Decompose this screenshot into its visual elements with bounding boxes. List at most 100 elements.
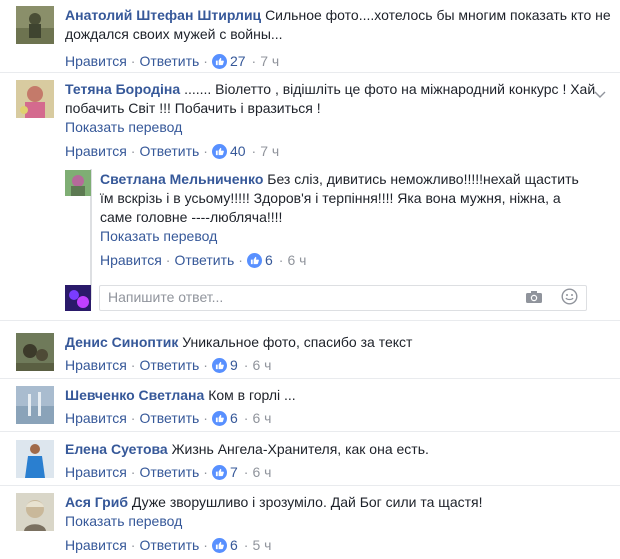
reply-button[interactable]: Ответить xyxy=(139,52,199,71)
comment: Елена Суетова Жизнь Ангела-Хранителя, ка… xyxy=(16,440,616,485)
separator: · xyxy=(130,143,136,159)
divider xyxy=(0,378,620,379)
like-count[interactable]: 9 xyxy=(230,356,238,375)
avatar[interactable] xyxy=(16,440,54,478)
comment-author[interactable]: Шевченко Светлана xyxy=(65,387,204,403)
reply-comment: Светлана Мельниченко Без сліз, дивитись … xyxy=(65,170,585,270)
separator: · xyxy=(130,464,136,480)
separator: · xyxy=(203,357,208,373)
separator: · xyxy=(130,357,136,373)
comment-author[interactable]: Анатолий Штефан Штирлиц xyxy=(65,7,261,23)
separator: · xyxy=(203,537,208,553)
like-button[interactable]: Нравится xyxy=(65,52,127,71)
reply-box[interactable] xyxy=(99,285,587,311)
thumbs-up-icon xyxy=(211,411,227,426)
thumbs-up-icon xyxy=(211,465,227,480)
separator: · xyxy=(243,537,249,553)
divider xyxy=(0,72,620,73)
separator: · xyxy=(130,537,136,553)
separator: · xyxy=(203,53,208,69)
comment-text: Дуже зворушливо і зрозуміло. Дай Бог сил… xyxy=(131,494,483,510)
separator: · xyxy=(278,252,284,268)
avatar[interactable] xyxy=(16,80,54,118)
comment-author[interactable]: Тетяна Бородіна xyxy=(65,81,180,97)
like-button[interactable]: Нравится xyxy=(65,536,127,555)
like-count[interactable]: 6 xyxy=(265,251,273,270)
comment-author[interactable]: Денис Синоптик xyxy=(65,334,178,350)
separator: · xyxy=(243,410,249,426)
thumbs-up-icon xyxy=(211,54,227,69)
divider xyxy=(0,320,620,321)
camera-icon[interactable] xyxy=(525,290,543,304)
show-translation-link[interactable]: Показать перевод xyxy=(65,512,182,531)
comment-actions: Нравится · Ответить · 7 · 6 ч xyxy=(65,463,616,482)
like-button[interactable]: Нравится xyxy=(65,356,127,375)
like-count[interactable]: 6 xyxy=(230,409,238,428)
comment-actions: Нравится · Ответить · 9 · 6 ч xyxy=(65,356,616,375)
like-count[interactable]: 40 xyxy=(230,142,246,161)
separator: · xyxy=(130,410,136,426)
emoji-icon[interactable] xyxy=(561,288,578,305)
show-translation-link[interactable]: Показать перевод xyxy=(65,118,182,137)
comment-text: Жизнь Ангела-Хранителя, как она есть. xyxy=(171,441,429,457)
like-button[interactable]: Нравится xyxy=(65,142,127,161)
thumbs-up-icon xyxy=(211,358,227,373)
reply-button[interactable]: Ответить xyxy=(139,142,199,161)
separator: · xyxy=(203,464,208,480)
reply-button[interactable]: Ответить xyxy=(139,356,199,375)
show-translation-link[interactable]: Показать перевод xyxy=(100,227,217,246)
separator: · xyxy=(238,252,243,268)
comment-author[interactable]: Ася Гриб xyxy=(65,494,128,510)
timestamp[interactable]: 6 ч xyxy=(252,409,271,428)
avatar xyxy=(65,285,91,311)
comment-text: Уникальное фото, спасибо за текст xyxy=(182,334,413,350)
separator: · xyxy=(165,252,171,268)
timestamp[interactable]: 6 ч xyxy=(252,463,271,482)
comment-actions: Нравится · Ответить · 40 · 7 ч xyxy=(65,142,616,161)
separator: · xyxy=(251,143,257,159)
comment-text: Ком в горлі ... xyxy=(208,387,296,403)
divider xyxy=(0,485,620,486)
separator: · xyxy=(243,357,249,373)
comment-actions: Нравится · Ответить · 6 · 6 ч xyxy=(100,251,585,270)
thumbs-up-icon xyxy=(246,253,262,268)
like-button[interactable]: Нравится xyxy=(100,251,162,270)
avatar[interactable] xyxy=(65,170,91,196)
comment-actions: Нравится · Ответить · 27 · 7 ч xyxy=(65,52,616,71)
comment: Ася Гриб Дуже зворушливо і зрозуміло. Да… xyxy=(16,493,616,557)
separator: · xyxy=(203,410,208,426)
reply-button[interactable]: Ответить xyxy=(139,409,199,428)
like-count[interactable]: 27 xyxy=(230,52,246,71)
reply-input[interactable] xyxy=(100,286,516,308)
like-count[interactable]: 7 xyxy=(230,463,238,482)
reply-button[interactable]: Ответить xyxy=(174,251,234,270)
avatar[interactable] xyxy=(16,333,54,371)
avatar[interactable] xyxy=(16,493,54,531)
separator: · xyxy=(203,143,208,159)
reply-button[interactable]: Ответить xyxy=(139,536,199,555)
thumbs-up-icon xyxy=(211,538,227,553)
comment-actions: Нравится · Ответить · 6 · 5 ч xyxy=(65,536,616,555)
timestamp[interactable]: 7 ч xyxy=(260,142,279,161)
avatar[interactable] xyxy=(16,386,54,424)
separator: · xyxy=(243,464,249,480)
like-button[interactable]: Нравится xyxy=(65,409,127,428)
reply-button[interactable]: Ответить xyxy=(139,463,199,482)
thumbs-up-icon xyxy=(211,144,227,159)
comment: Анатолий Штефан Штирлиц Сильное фото....… xyxy=(16,6,616,70)
like-button[interactable]: Нравится xyxy=(65,463,127,482)
separator: · xyxy=(251,53,257,69)
comment: Тетяна Бородіна ....... Віолетто , відіш… xyxy=(16,80,616,165)
divider xyxy=(0,431,620,432)
timestamp[interactable]: 7 ч xyxy=(260,52,279,71)
timestamp[interactable]: 6 ч xyxy=(252,356,271,375)
timestamp[interactable]: 6 ч xyxy=(287,251,306,270)
avatar[interactable] xyxy=(16,6,54,44)
comment-author[interactable]: Светлана Мельниченко xyxy=(100,171,263,187)
comment-author[interactable]: Елена Суетова xyxy=(65,441,168,457)
comment: Шевченко Светлана Ком в горлі ... Нравит… xyxy=(16,386,616,431)
timestamp[interactable]: 5 ч xyxy=(252,536,271,555)
comment-actions: Нравится · Ответить · 6 · 6 ч xyxy=(65,409,616,428)
chevron-down-icon[interactable] xyxy=(594,88,606,100)
like-count[interactable]: 6 xyxy=(230,536,238,555)
